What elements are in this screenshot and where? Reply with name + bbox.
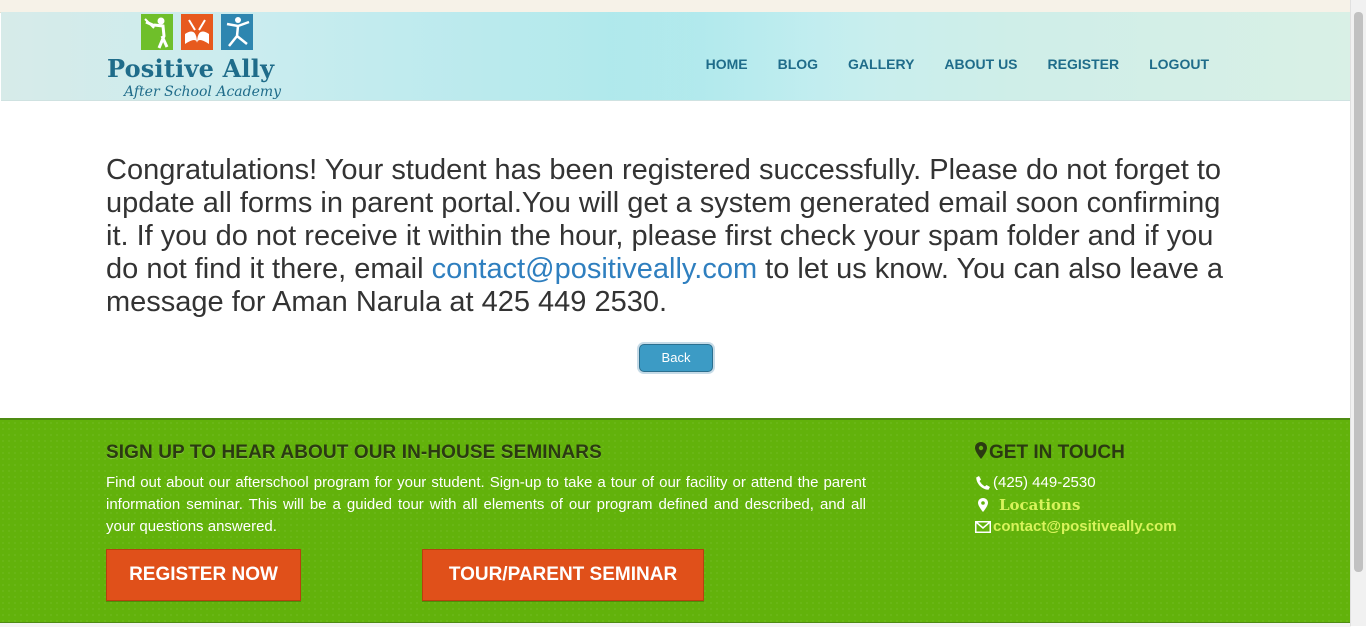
locations-link[interactable]: Locations [999, 496, 1080, 514]
nav-logout[interactable]: LOGOUT [1149, 56, 1209, 76]
nav-blog[interactable]: BLOG [778, 56, 818, 76]
footer-bottom-strip [0, 622, 1351, 627]
site-header: Positive Ally After School Academy HOME … [1, 12, 1351, 101]
back-button[interactable]: Back [639, 344, 713, 372]
get-in-touch-label: GET IN TOUCH [989, 442, 1125, 463]
email-row: contact@positiveally.com [975, 518, 1177, 535]
location-pin-icon [978, 498, 988, 512]
batter-icon [141, 14, 173, 50]
nav-gallery[interactable]: GALLERY [848, 56, 914, 76]
page-scrollbar[interactable] [1350, 0, 1366, 626]
email-link[interactable]: contact@positiveally.com [432, 253, 757, 285]
book-icon [181, 14, 213, 50]
site-footer: SIGN UP TO HEAR ABOUT OUR IN-HOUSE SEMIN… [0, 418, 1351, 626]
logo-subtitle: After School Academy [124, 84, 282, 100]
confirmation-message: Congratulations! Your student has been r… [106, 154, 1236, 319]
scrollbar-thumb[interactable] [1354, 12, 1363, 572]
logo-title: Positive Ally [107, 54, 275, 83]
register-now-button[interactable]: REGISTER NOW [106, 549, 301, 601]
logo[interactable]: Positive Ally After School Academy [106, 12, 291, 107]
main-nav: HOME BLOG GALLERY ABOUT US REGISTER LOGO… [676, 56, 1209, 76]
envelope-icon [975, 520, 991, 533]
locations-row: Locations [975, 496, 1080, 514]
get-in-touch-title: GET IN TOUCH [975, 442, 1125, 464]
nav-about-us[interactable]: ABOUT US [944, 56, 1017, 76]
seminar-title: SIGN UP TO HEAR ABOUT OUR IN-HOUSE SEMIN… [106, 442, 602, 463]
phone-icon [976, 475, 990, 490]
phone-row: (425) 449-2530 [975, 474, 1096, 491]
seminar-text: Find out about our afterschool program f… [106, 474, 866, 535]
dancer-icon [221, 14, 253, 50]
phone-number: (425) 449-2530 [993, 474, 1096, 491]
tour-parent-seminar-button[interactable]: TOUR/PARENT SEMINAR [422, 549, 704, 601]
map-marker-icon [975, 442, 987, 459]
nav-home[interactable]: HOME [706, 56, 748, 76]
footer-email-link[interactable]: contact@positiveally.com [993, 518, 1177, 535]
nav-register[interactable]: REGISTER [1048, 56, 1120, 76]
